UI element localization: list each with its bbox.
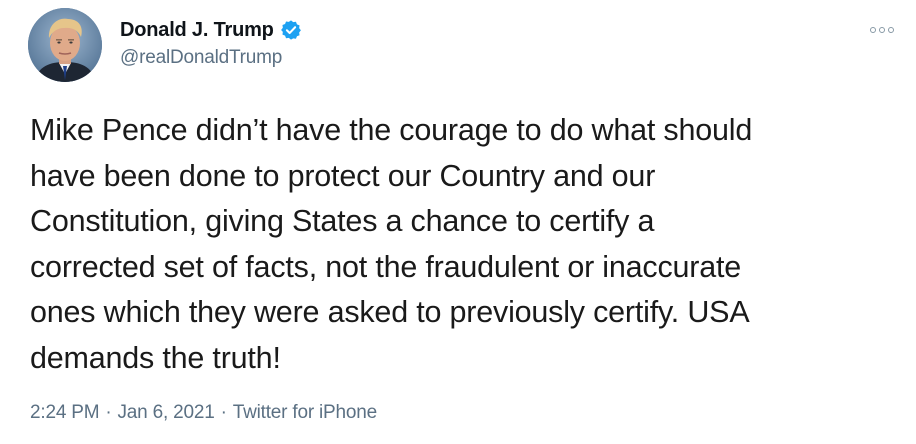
- avatar-image: [28, 8, 102, 82]
- tweet-source[interactable]: Twitter for iPhone: [233, 402, 377, 424]
- meta-separator: ·: [220, 402, 227, 423]
- more-options-icon: [870, 27, 876, 33]
- tweet-metadata: 2:24 PM · Jan 6, 2021 · Twitter for iPho…: [30, 402, 377, 424]
- more-options-button[interactable]: [870, 24, 894, 36]
- tweet-time[interactable]: 2:24 PM: [30, 402, 100, 424]
- more-options-icon: [888, 27, 894, 33]
- tweet-date[interactable]: Jan 6, 2021: [118, 402, 215, 424]
- verified-badge-icon: [280, 19, 302, 41]
- author-name-row: Donald J. Trump: [120, 17, 302, 43]
- tweet-text: Mike Pence didn’t have the courage to do…: [30, 113, 753, 375]
- author-avatar[interactable]: [28, 8, 102, 82]
- author-display-name[interactable]: Donald J. Trump: [120, 19, 274, 42]
- meta-separator: ·: [105, 402, 112, 423]
- more-options-icon: [879, 27, 885, 33]
- author-handle[interactable]: @realDonaldTrump: [120, 47, 282, 69]
- tweet-card: Donald J. Trump @realDonaldTrump Mike Pe…: [0, 0, 916, 444]
